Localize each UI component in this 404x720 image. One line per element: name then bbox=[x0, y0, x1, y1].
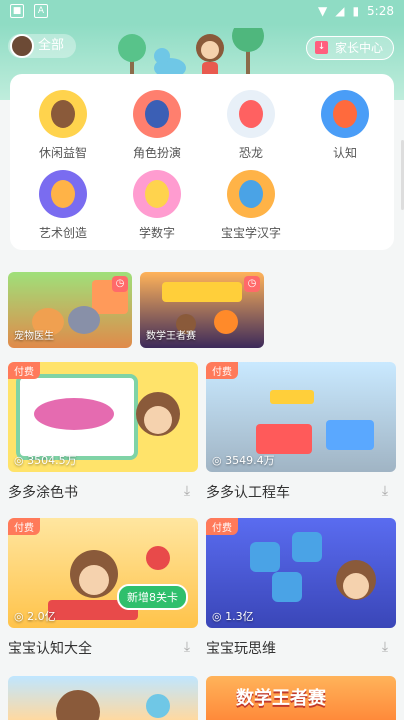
play-count: ◎ 1.3亿 bbox=[212, 610, 254, 623]
promo-math-king[interactable]: ◷ 数学王者赛 bbox=[140, 272, 264, 348]
category-roleplay[interactable]: 角色扮演 bbox=[112, 90, 202, 161]
numbers-chick-icon bbox=[133, 170, 181, 218]
game-baby-cognition[interactable]: 付费 新增8关卡 ◎ 2.0亿 宝宝认知大全 ⤓ bbox=[8, 518, 198, 658]
artist-monkey-icon bbox=[39, 170, 87, 218]
category-dinosaur[interactable]: 恐龙 bbox=[206, 90, 296, 161]
download-icon[interactable]: ⤓ bbox=[378, 640, 392, 654]
category-chinese[interactable]: 宝宝学汉字 bbox=[206, 170, 296, 241]
app-notification-icon: A bbox=[34, 4, 48, 18]
play-count: ◎ 3549.4万 bbox=[212, 454, 275, 467]
game-tile-partial-left[interactable] bbox=[8, 676, 198, 720]
all-label: 全部 bbox=[38, 38, 65, 53]
fox-book-icon bbox=[227, 170, 275, 218]
category-numbers[interactable]: 学数字 bbox=[112, 170, 202, 241]
signal-icon: ◢ bbox=[335, 4, 345, 18]
download-icon: ↓ bbox=[314, 41, 328, 54]
parent-center-label: 家长中心 bbox=[334, 41, 383, 55]
download-icon[interactable]: ⤓ bbox=[378, 484, 392, 498]
clock-icon: ◷ bbox=[244, 276, 260, 292]
octopus-icon bbox=[321, 90, 369, 138]
category-leisure[interactable]: 休闲益智 bbox=[18, 90, 108, 161]
wifi-icon: ▼ bbox=[317, 4, 328, 18]
baby-thinking-thumbnail: 付费 ◎ 1.3亿 bbox=[206, 518, 396, 628]
category-art[interactable]: 艺术创造 bbox=[18, 170, 108, 241]
engineering-vehicles-thumbnail: 付费 ◎ 3549.4万 bbox=[206, 362, 396, 472]
dinosaur-icon bbox=[227, 90, 275, 138]
game-coloring-book[interactable]: 付费 ◎ 3504.5万 多多涂色书 ⤓ bbox=[8, 362, 198, 502]
coloring-book-thumbnail: 付费 ◎ 3504.5万 bbox=[8, 362, 198, 472]
promo-pet-doctor[interactable]: ◷ 宠物医生 bbox=[8, 272, 132, 348]
download-icon[interactable]: ⤓ bbox=[180, 484, 194, 498]
parent-center-button[interactable]: ↓ 家长中心 bbox=[305, 36, 394, 60]
battery-icon: ▮ bbox=[352, 4, 360, 18]
monkey-icon bbox=[39, 90, 87, 138]
clock-icon: ◷ bbox=[112, 276, 128, 292]
game-baby-thinking[interactable]: 付费 ◎ 1.3亿 宝宝玩思维 ⤓ bbox=[206, 518, 396, 658]
police-monkey-icon bbox=[133, 90, 181, 138]
new-levels-badge: 新增8关卡 bbox=[117, 584, 188, 610]
baby-cognition-thumbnail: 付费 新增8关卡 ◎ 2.0亿 bbox=[8, 518, 198, 628]
avatar bbox=[10, 34, 34, 58]
all-categories-button[interactable]: 全部 bbox=[8, 34, 77, 58]
game-tile-partial-right[interactable]: 数学王者赛 bbox=[206, 676, 396, 720]
play-count: ◎ 3504.5万 bbox=[14, 454, 77, 467]
download-icon[interactable]: ⤓ bbox=[180, 640, 194, 654]
category-cognition[interactable]: 认知 bbox=[300, 90, 390, 161]
clock-time: 5:28 bbox=[367, 4, 394, 18]
game-engineering-vehicles[interactable]: 付费 ◎ 3549.4万 多多认工程车 ⤓ bbox=[206, 362, 396, 502]
category-card: 休闲益智 角色扮演 恐龙 认知 艺术创造 学数字 宝宝学汉字 bbox=[10, 74, 394, 250]
notification-icon: ■ bbox=[10, 4, 24, 18]
status-bar: ■ A ▼ ◢ ▮ 5:28 bbox=[0, 0, 404, 24]
play-count: ◎ 2.0亿 bbox=[14, 610, 56, 623]
